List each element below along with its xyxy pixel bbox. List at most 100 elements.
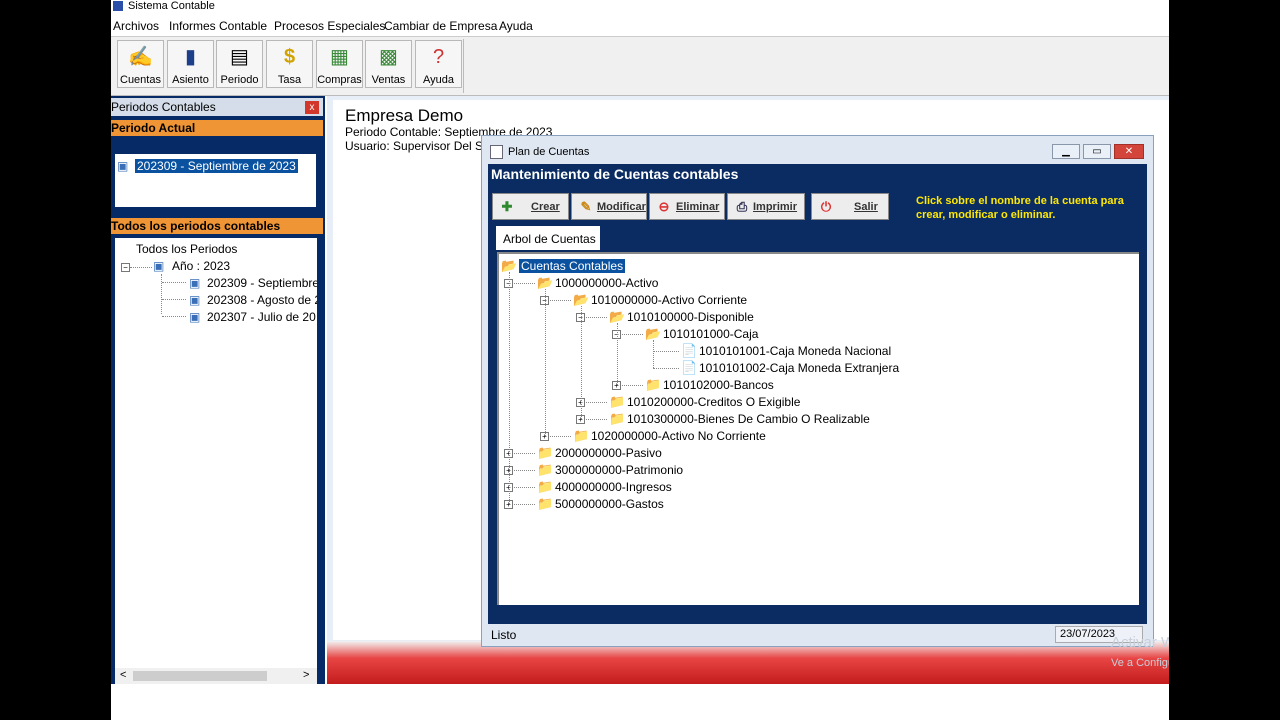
scroll-right-arrow[interactable]: > <box>303 669 309 681</box>
collapse-year-toggle[interactable]: − <box>121 263 130 272</box>
account-document-icon: 📄 <box>681 343 698 358</box>
tree-node-label: Cuentas Contables <box>519 259 626 273</box>
current-period-box: ▣ 202309 - Septiembre de 2023 <box>115 154 316 207</box>
tree-connector <box>545 289 546 436</box>
period-icon: ▤ <box>230 46 249 68</box>
exit-button[interactable]: ⏻ Salir <box>811 193 889 220</box>
closed-folder-icon: 📁 <box>537 479 554 494</box>
menu-procesos-especiales[interactable]: Procesos Especiales <box>274 19 385 33</box>
window-title: Plan de Cuentas <box>508 146 590 158</box>
all-periods-header: Todos los periodos contables <box>111 218 323 234</box>
all-periods-header-label: Todos los periodos contables <box>111 219 281 233</box>
tree-node-label: 1010102000-Bancos <box>663 378 774 392</box>
toolbar-tasa-button[interactable]: $ Tasa <box>266 40 313 88</box>
menu-archivos[interactable]: Archivos <box>113 19 159 33</box>
toolbar-separator <box>463 39 464 93</box>
periods-tree: Todos los Periodos − ▣ Año : 2023 ▣ 2023… <box>115 238 317 684</box>
purchases-icon: ▦ <box>330 46 349 68</box>
menu-informes-contable[interactable]: Informes Contable <box>169 19 267 33</box>
window-title-bar[interactable]: Plan de Cuentas ▁ ▭ ✕ <box>482 136 1153 166</box>
tree-connector <box>130 267 152 268</box>
current-period-item[interactable]: 202309 - Septiembre de 2023 <box>135 159 298 173</box>
journal-entry-icon: ▮ <box>184 46 196 68</box>
closed-folder-icon: 📁 <box>609 411 626 426</box>
create-icon: ✚ <box>501 199 513 214</box>
open-folder-icon: 📂 <box>573 292 590 307</box>
scroll-thumb[interactable] <box>133 671 267 681</box>
toolbar-cuentas-button[interactable]: ✍ Cuentas <box>117 40 164 88</box>
exit-button-label: Salir <box>854 201 878 213</box>
help-text: Click sobre el nombre de la cuenta para … <box>916 195 1124 221</box>
calendar-icon: ▣ <box>117 159 129 173</box>
tree-connector <box>509 272 510 504</box>
open-folder-icon: 📂 <box>609 309 626 324</box>
tree-node-label: 5000000000-Gastos <box>555 497 664 511</box>
toolbar-asiento-button[interactable]: ▮ Asiento <box>167 40 214 88</box>
closed-folder-icon: 📁 <box>609 394 626 409</box>
calendar-icon: ▣ <box>189 276 201 290</box>
menu-ayuda[interactable]: Ayuda <box>499 19 533 33</box>
print-button[interactable]: ⎙ Imprimir <box>727 193 805 220</box>
delete-button[interactable]: ⊖ Eliminar <box>649 193 725 220</box>
menu-bar: Archivos Informes Contable Procesos Espe… <box>111 17 1169 35</box>
tree-node-label: 1010101002-Caja Moneda Extranjera <box>699 361 900 375</box>
tree-connector <box>581 306 582 419</box>
closed-folder-icon: 📁 <box>537 462 554 477</box>
app-icon <box>113 1 123 11</box>
tree-node-label: 1010300000-Bienes De Cambio O Realizable <box>627 412 870 426</box>
tree-period-202307[interactable]: 202307 - Julio de 20 <box>207 310 316 324</box>
calendar-icon: ▣ <box>153 259 165 273</box>
exit-icon: ⏻ <box>820 199 832 214</box>
periods-panel-header: Periodos Contables x <box>111 98 323 116</box>
toolbar-ayuda-label: Ayuda <box>423 74 454 86</box>
create-button[interactable]: ✚ Crear <box>492 193 569 220</box>
toolbar-ventas-label: Ventas <box>371 74 406 86</box>
maximize-button[interactable]: ▭ <box>1083 144 1111 159</box>
app-title: Sistema Contable <box>128 0 215 12</box>
toolbar-compras-button[interactable]: ▦ Compras <box>316 40 363 88</box>
tree-connector <box>162 282 186 283</box>
tree-node-label: 1010000000-Activo Corriente <box>591 293 748 307</box>
status-date-text: 23/07/2023 <box>1060 628 1116 640</box>
tab-account-tree[interactable]: Arbol de Cuentas <box>496 226 600 250</box>
close-window-button[interactable]: ✕ <box>1114 144 1144 159</box>
sales-icon: ▩ <box>379 46 398 68</box>
tree-node-label: 3000000000-Patrimonio <box>555 463 684 477</box>
horizontal-scrollbar[interactable]: < > <box>115 668 317 684</box>
current-period-header: Periodo Actual <box>111 120 323 136</box>
toolbar-periodo-label: Periodo <box>220 74 259 86</box>
toolbar-periodo-button[interactable]: ▤ Periodo <box>216 40 263 88</box>
minimize-button[interactable]: ▁ <box>1052 144 1080 159</box>
tree-period-202309[interactable]: 202309 - Septiembre <box>207 276 317 290</box>
rate-icon: $ <box>283 46 296 68</box>
menu-cambiar-empresa[interactable]: Cambiar de Empresa <box>384 19 497 33</box>
screen: Sistema Contable Archivos Informes Conta… <box>111 0 1169 720</box>
document-icon <box>490 145 503 159</box>
accounts-icon: ✍ <box>128 46 153 68</box>
modify-button[interactable]: ✎ Modificar <box>571 193 647 220</box>
activation-watermark-subtitle: Ve a Configuración para activar Windows. <box>1111 657 1169 669</box>
tree-year-2023[interactable]: Año : 2023 <box>172 259 230 273</box>
closed-folder-icon: 📁 <box>537 445 554 460</box>
account-document-icon: 📄 <box>681 360 698 375</box>
toolbar-tasa-label: Tasa <box>277 74 302 86</box>
toolbar-compras-label: Compras <box>317 74 362 86</box>
tree-root-all-periods[interactable]: Todos los Periodos <box>136 242 237 256</box>
chart-of-accounts-window: Plan de Cuentas ▁ ▭ ✕ Mantenimiento de C… <box>481 135 1154 647</box>
toolbar-ventas-button[interactable]: ▩ Ventas <box>365 40 412 88</box>
delete-button-label: Eliminar <box>676 201 720 213</box>
help-icon: ? <box>432 46 445 68</box>
delete-icon: ⊖ <box>658 199 670 214</box>
tree-period-202308[interactable]: 202308 - Agosto de 2 <box>207 293 317 307</box>
closed-folder-icon: 📁 <box>645 377 662 392</box>
user-text: Usuario: Supervisor Del Si <box>345 139 486 153</box>
edit-icon: ✎ <box>580 199 592 214</box>
open-folder-icon: 📂 <box>501 258 518 273</box>
account-tree: 📂 Cuentas Contables − 📂 1000000000-Activo − 📂 1… <box>497 252 1139 605</box>
tree-node-label: 1010100000-Disponible <box>627 310 754 324</box>
toolbar-ayuda-button[interactable]: ? Ayuda <box>415 40 462 88</box>
scroll-left-arrow[interactable]: < <box>120 669 126 681</box>
close-panel-button[interactable]: x <box>305 101 319 114</box>
print-button-label: Imprimir <box>753 201 798 213</box>
tree-connector <box>653 368 679 369</box>
